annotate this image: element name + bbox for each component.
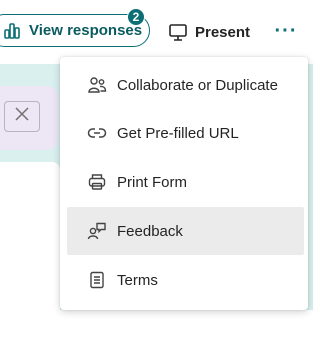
- bottom-panel: [60, 310, 313, 338]
- more-options-button[interactable]: ···: [272, 18, 300, 44]
- printer-icon: [87, 172, 107, 192]
- menu-item-print-form[interactable]: Print Form: [67, 158, 304, 206]
- close-icon: [14, 106, 30, 127]
- top-toolbar: View responses 2 Present ···: [0, 0, 313, 64]
- view-responses-label: View responses: [29, 22, 143, 39]
- bar-chart-icon: [3, 22, 21, 40]
- close-button[interactable]: [4, 101, 40, 132]
- menu-item-feedback[interactable]: Feedback: [67, 207, 304, 255]
- feedback-icon: [87, 221, 107, 241]
- form-card: [0, 162, 60, 352]
- menu-item-prefilled-url[interactable]: Get Pre-filled URL: [67, 109, 304, 157]
- menu-item-label: Collaborate or Duplicate: [117, 76, 278, 94]
- present-label: Present: [195, 23, 251, 41]
- people-icon: [87, 75, 107, 95]
- link-icon: [87, 123, 107, 143]
- more-options-menu: Collaborate or Duplicate Get Pre-filled …: [60, 57, 308, 310]
- menu-item-terms[interactable]: Terms: [67, 256, 304, 304]
- monitor-icon: [168, 22, 188, 42]
- menu-item-label: Get Pre-filled URL: [117, 124, 239, 142]
- menu-item-collaborate[interactable]: Collaborate or Duplicate: [67, 61, 304, 109]
- responses-count-badge: 2: [127, 8, 145, 26]
- document-icon: [87, 270, 107, 290]
- present-button[interactable]: Present: [168, 20, 250, 44]
- menu-item-label: Print Form: [117, 173, 188, 191]
- menu-item-label: Terms: [117, 271, 158, 289]
- menu-item-label: Feedback: [117, 222, 183, 240]
